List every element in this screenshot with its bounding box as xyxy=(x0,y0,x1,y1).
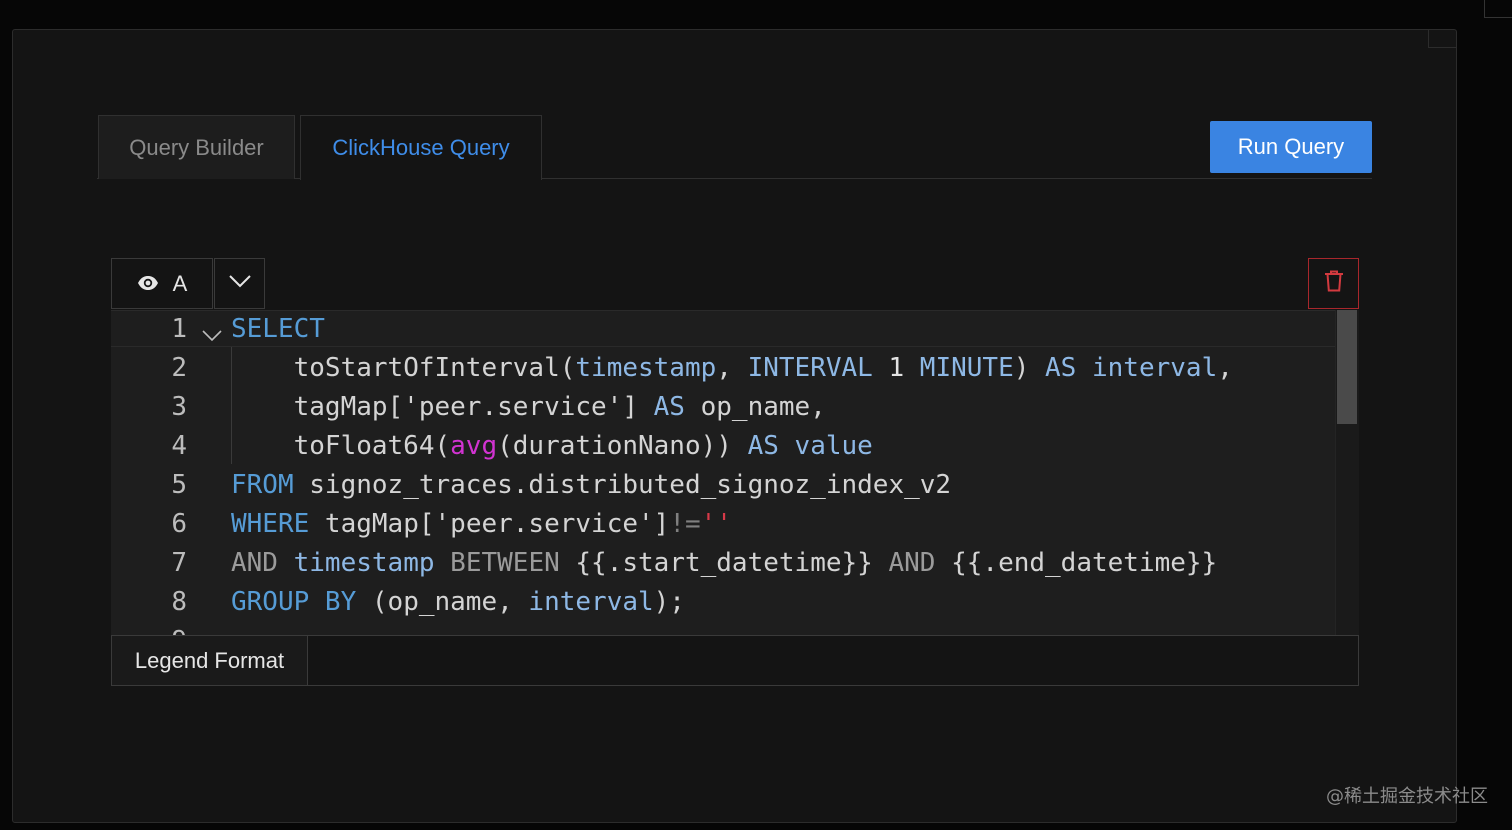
line-number: 6 xyxy=(171,509,187,539)
sql-token: AS xyxy=(1045,353,1077,383)
line-number: 2 xyxy=(171,353,187,383)
code-line-6: WHERE tagMap['peer.service']!='' xyxy=(231,509,732,539)
sql-token: interval xyxy=(1092,353,1218,383)
sql-token: AS xyxy=(653,392,685,422)
line-number: 9 xyxy=(111,622,187,635)
sql-token: MINUTE xyxy=(919,353,1014,383)
editor-scrollbar-thumb[interactable] xyxy=(1337,310,1357,424)
eye-icon xyxy=(137,271,159,297)
sql-token: AS xyxy=(747,431,779,461)
delete-query-button[interactable] xyxy=(1308,258,1359,309)
line-number: 1 xyxy=(171,314,187,344)
query-visibility-toggle[interactable]: A xyxy=(111,258,213,309)
tab-query-builder-label: Query Builder xyxy=(129,134,264,160)
sql-token: WHERE xyxy=(231,509,310,539)
sql-token: != xyxy=(669,509,701,539)
query-collapse-button[interactable] xyxy=(214,258,265,309)
tab-clickhouse-query-label: ClickHouse Query xyxy=(332,135,510,160)
code-line-5: FROM signoz_traces.distributed_signoz_in… xyxy=(231,470,952,500)
code-line-8: GROUP BY (op_name, interval); xyxy=(231,587,685,617)
legend-format-row: Legend Format xyxy=(111,635,1359,686)
sql-token: timestamp xyxy=(575,353,717,383)
watermark: @稀土掘金技术社区 xyxy=(1326,786,1488,807)
fold-chevron-icon[interactable] xyxy=(201,320,223,342)
legend-format-input[interactable] xyxy=(308,636,1358,685)
sql-token: avg xyxy=(450,431,498,461)
code-line-3: tagMap['peer.service'] AS op_name, xyxy=(231,392,826,422)
trash-icon xyxy=(1324,270,1344,297)
legend-format-label: Legend Format xyxy=(112,636,308,685)
window-corner xyxy=(1484,0,1512,18)
line-number: 7 xyxy=(171,548,187,578)
sql-token: toStartOfInterval( xyxy=(293,353,576,383)
line-number: 5 xyxy=(171,470,187,500)
run-query-button[interactable]: Run Query xyxy=(1210,121,1372,173)
sql-token: INTERVAL xyxy=(747,353,873,383)
code-line-2: toStartOfInterval(timestamp, INTERVAL 1 … xyxy=(293,353,1233,383)
sql-token: BETWEEN xyxy=(450,548,560,578)
sql-token: interval xyxy=(528,587,654,617)
panel-corner xyxy=(1428,30,1456,48)
sql-token: AND xyxy=(888,548,936,578)
query-name: A xyxy=(172,270,188,296)
chevron-down-icon xyxy=(228,274,252,293)
line-number: 3 xyxy=(171,392,187,422)
sql-token: '' xyxy=(700,509,732,539)
line-number-gutter: 1 2 3 4 5 6 7 8 9 xyxy=(111,310,226,635)
sql-token: timestamp xyxy=(293,548,435,578)
editor-scrollbar[interactable] xyxy=(1335,310,1359,635)
sql-token: AND xyxy=(231,548,278,578)
tab-clickhouse-query[interactable]: ClickHouse Query xyxy=(300,115,542,180)
line-number: 8 xyxy=(171,587,187,617)
code-line-1: SELECT xyxy=(231,310,325,349)
sql-token: value xyxy=(794,431,873,461)
sql-editor[interactable]: 1 2 3 4 5 6 7 8 9 SELECT toStartOfInterv… xyxy=(111,310,1359,635)
tab-query-builder[interactable]: Query Builder xyxy=(98,115,295,179)
code-line-7: AND timestamp BETWEEN {{.start_datetime}… xyxy=(231,548,1218,578)
sql-token: 1 xyxy=(888,353,905,383)
line-number: 4 xyxy=(171,431,187,461)
code-line-4: toFloat64(avg(durationNano)) AS value xyxy=(231,431,873,461)
sql-token: SELECT xyxy=(231,314,325,344)
sql-token: GROUP BY xyxy=(231,587,357,617)
sql-token: FROM xyxy=(231,470,294,500)
